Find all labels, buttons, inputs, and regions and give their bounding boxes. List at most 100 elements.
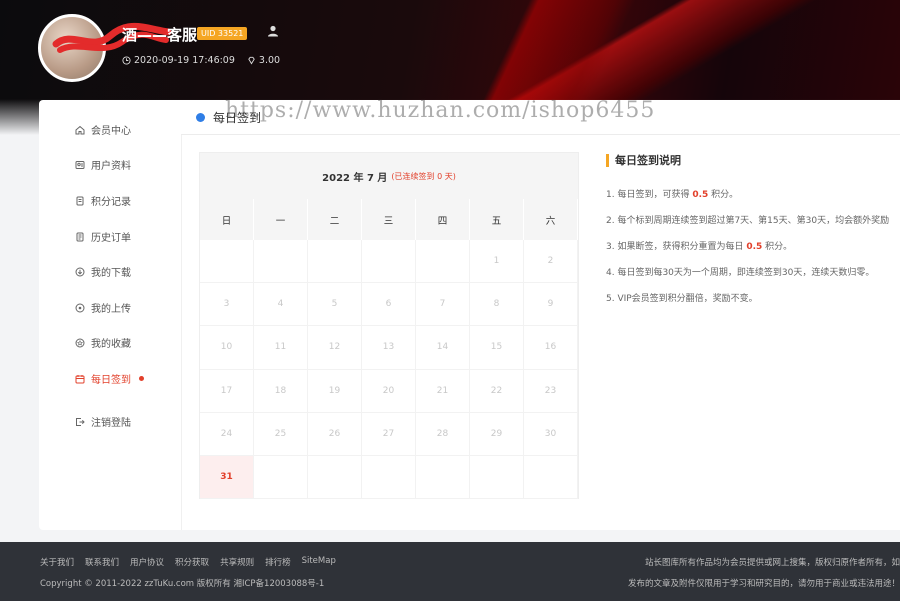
calendar-month: 2022 年 7 月 (322, 172, 388, 184)
calendar-day[interactable]: 5 (308, 283, 362, 327)
weekday-row: 日一二三四五六 (200, 199, 578, 240)
calendar-day[interactable]: 22 (470, 369, 524, 413)
sidebar-item-label: 我的下载 (91, 268, 131, 279)
calendar-day[interactable]: 10 (200, 326, 254, 370)
instruction-3: 3. 如果断签，获得积分重置为每日 0.5 积分。 (606, 242, 793, 252)
calendar-day (416, 455, 470, 499)
sidebar-item-upload[interactable]: 我的上传 (75, 300, 131, 315)
calendar-day[interactable]: 31 (200, 455, 254, 499)
calendar-day[interactable]: 7 (416, 283, 470, 327)
footer-link[interactable]: SiteMap (302, 556, 336, 568)
calendar-day[interactable]: 30 (524, 412, 578, 456)
calendar-day[interactable]: 27 (362, 412, 416, 456)
calendar-day (308, 240, 362, 284)
sidebar-item-label: 积分记录 (91, 197, 131, 208)
calendar-day (200, 240, 254, 284)
calendar-day[interactable]: 20 (362, 369, 416, 413)
watermark: https://www.huzhan.com/ishop6455 (225, 98, 656, 123)
weekday-label: 五 (470, 199, 524, 240)
calendar-day[interactable]: 12 (308, 326, 362, 370)
calendar-day (416, 240, 470, 284)
profile-icon (75, 160, 85, 169)
footer-link[interactable]: 关于我们 (40, 556, 74, 568)
weekday-label: 三 (362, 199, 416, 240)
calendar-day[interactable]: 13 (362, 326, 416, 370)
timestamp: 2020-09-19 17:46:09 (134, 55, 235, 66)
footer-link[interactable]: 联系我们 (85, 556, 119, 568)
calendar-header: 2022 年 7 月 (已连续签到 0 天) (200, 153, 578, 199)
signin-calendar: 2022 年 7 月 (已连续签到 0 天) 日一二三四五六 123456789… (199, 152, 579, 499)
diamond-icon (248, 56, 255, 65)
sidebar-item-label: 历史订单 (91, 233, 131, 244)
copyright: Copyright © 2011-2022 zzTuKu.com 版权所有 湘I… (40, 579, 325, 589)
footer-notice-2: 发布的文章及附件仅限用于学习和研究目的，请勿用于商业或违法用途！ (627, 579, 900, 589)
footer-notice-1: 站长图库所有作品均为会员提供或网上搜集，版权归原作者所有，如 (644, 558, 900, 568)
sidebar-item-download[interactable]: 我的下载 (75, 264, 131, 279)
sidebar-item-label: 我的收藏 (91, 339, 131, 350)
sidebar-item-calendar[interactable]: 每日签到 (75, 371, 144, 386)
calendar-day (524, 455, 578, 499)
download-icon (75, 267, 85, 276)
calendar-day[interactable]: 6 (362, 283, 416, 327)
calendar-day[interactable]: 2 (524, 240, 578, 284)
weekday-label: 四 (416, 199, 470, 240)
user-meta: 2020-09-19 17:46:09 3.00 (122, 55, 280, 66)
weekday-label: 日 (200, 199, 254, 240)
calendar-day[interactable]: 15 (470, 326, 524, 370)
calendar-day[interactable]: 9 (524, 283, 578, 327)
sidebar-item-orders[interactable]: 历史订单 (75, 229, 131, 244)
calendar-day[interactable]: 18 (254, 369, 308, 413)
calendar-day[interactable]: 21 (416, 369, 470, 413)
balance-value: 3.00 (258, 55, 281, 66)
instruction-1: 1. 每日签到，可获得 0.5 积分。 (606, 190, 739, 200)
user-icon[interactable] (266, 24, 280, 38)
calendar-day[interactable]: 8 (470, 283, 524, 327)
calendar-day[interactable]: 1 (470, 240, 524, 284)
footer-link[interactable]: 排行榜 (265, 556, 291, 568)
balance: 3.00 (247, 55, 280, 66)
footer-links: 关于我们 联系我们 用户协议 积分获取 共享规则 排行榜 SiteMap (40, 556, 336, 568)
sidebar-item-points[interactable]: 积分记录 (75, 193, 131, 208)
calendar-day[interactable]: 17 (200, 369, 254, 413)
instruction-4: 4. 每日签到每30天为一个周期，即连续签到30天，连续天数归零。 (606, 268, 875, 278)
calendar-day[interactable]: 16 (524, 326, 578, 370)
calendar-day (254, 240, 308, 284)
weekday-label: 六 (524, 199, 578, 240)
calendar-day (362, 240, 416, 284)
sidebar-item-home[interactable]: 会员中心 (75, 122, 131, 137)
calendar-day[interactable]: 26 (308, 412, 362, 456)
sidebar-item-favorites[interactable]: 我的收藏 (75, 335, 131, 350)
streak-count: (已连续签到 0 天) (391, 171, 456, 181)
weekday-label: 一 (254, 199, 308, 240)
instructions-list: 1. 每日签到，可获得 0.5 积分。 2. 每个标到周期连续签到超过第7天、第… (606, 182, 900, 312)
sidebar-item-logout[interactable]: 注销登陆 (75, 414, 131, 429)
footer (0, 542, 900, 601)
calendar-day (362, 455, 416, 499)
calendar-day[interactable]: 23 (524, 369, 578, 413)
sidebar-item-label: 注销登陆 (91, 418, 131, 429)
calendar-day[interactable]: 25 (254, 412, 308, 456)
signin-instructions: 每日签到说明 1. 每日签到，可获得 0.5 积分。 2. 每个标到周期连续签到… (606, 152, 900, 312)
sidebar-item-profile[interactable]: 用户资料 (75, 157, 131, 172)
logout-icon (76, 417, 85, 426)
favorites-icon (75, 338, 85, 347)
calendar-day[interactable]: 28 (416, 412, 470, 456)
calendar-day (470, 455, 524, 499)
calendar-day (308, 455, 362, 499)
calendar-day[interactable]: 11 (254, 326, 308, 370)
footer-link[interactable]: 用户协议 (130, 556, 164, 568)
weekday-label: 二 (308, 199, 362, 240)
calendar-day[interactable]: 3 (200, 283, 254, 327)
footer-link[interactable]: 积分获取 (175, 556, 209, 568)
clock-icon (122, 56, 131, 65)
calendar-day[interactable]: 19 (308, 369, 362, 413)
footer-link[interactable]: 共享规则 (220, 556, 254, 568)
title-dot (196, 112, 205, 122)
calendar-day[interactable]: 14 (416, 326, 470, 370)
calendar-day[interactable]: 24 (200, 412, 254, 456)
uid-badge: UID 33521 (197, 27, 248, 40)
calendar-day[interactable]: 4 (254, 283, 308, 327)
instructions-title: 每日签到说明 (606, 152, 900, 168)
calendar-day[interactable]: 29 (470, 412, 524, 456)
active-dot (139, 376, 144, 381)
